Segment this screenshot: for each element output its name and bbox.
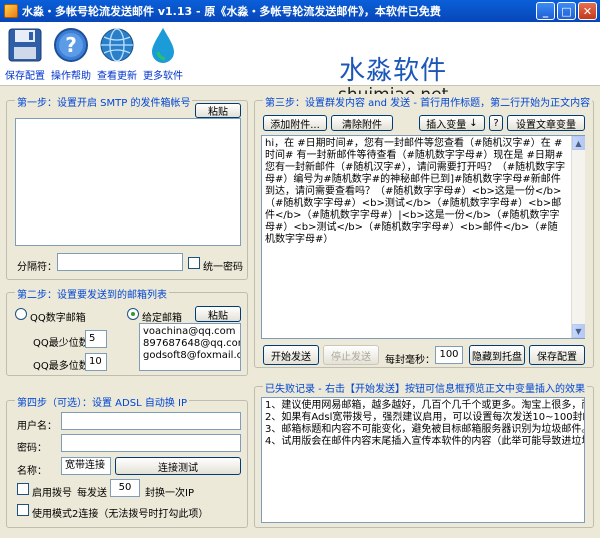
step1-paste-button[interactable]: 粘贴 bbox=[195, 103, 241, 118]
minimize-button[interactable]: _ bbox=[536, 2, 555, 20]
mode2-label: 使用模式2连接（无法拨号时打勾此项） bbox=[32, 509, 209, 520]
mail-content-textarea[interactable]: hi，在 #日期时间#，您有一封邮件等您查看（#随机汉字#）在 #时间# 有一封… bbox=[261, 135, 585, 339]
interval-input[interactable]: 100 bbox=[435, 346, 463, 364]
insert-variable-button[interactable]: 插入变量 ↓ bbox=[419, 115, 485, 131]
insert-variable-label: 插入变量 bbox=[426, 119, 467, 131]
set-article-variable-button[interactable]: 设置文章变量 bbox=[507, 115, 585, 131]
content-scrollbar[interactable]: ▲ ▼ bbox=[571, 136, 585, 338]
step2-title: 第二步：设置要发送到的邮箱列表 bbox=[15, 286, 169, 301]
app-icon bbox=[4, 4, 18, 18]
separator-label: 分隔符： bbox=[17, 262, 57, 273]
enable-dial-label: 启用拨号 bbox=[32, 488, 72, 499]
floppy-disk-icon bbox=[7, 26, 43, 64]
add-attachment-button[interactable]: 添加附件... bbox=[263, 115, 327, 131]
check-update-tool[interactable]: 查看更新 bbox=[92, 26, 142, 82]
brand-name-cn: 水淼软件 bbox=[339, 56, 448, 86]
target-emails-textarea[interactable]: voachina@qq.com 897687648@qq.com godsoft… bbox=[139, 323, 241, 371]
step1-title: 第一步：设置开启 SMTP 的发件箱帐号 bbox=[15, 94, 193, 109]
step4-group: 第四步（可选）：设置 ADSL 自动换 IP 用户名： 密码： 名称： 宽带连接… bbox=[6, 394, 248, 528]
failure-log-title: 已失败记录 - 右击【开始发送】按钮可信息框预览正文中变量插入的效果 bbox=[263, 380, 587, 395]
qq-min-input[interactable]: 5 bbox=[85, 330, 107, 348]
step3-group: 第三步：设置群发内容 and 发送 - 首行用作标题，第二行开始为正文内容 添加… bbox=[254, 94, 594, 368]
save-config-label: 保存配置 bbox=[5, 71, 45, 82]
more-software-label: 更多软件 bbox=[143, 71, 183, 82]
adsl-name-label: 名称： bbox=[17, 466, 47, 477]
hide-to-tray-button[interactable]: 隐藏到托盘 bbox=[469, 345, 525, 365]
qq-number-radio[interactable] bbox=[15, 308, 27, 320]
stop-send-button[interactable]: 停止发送 bbox=[323, 345, 379, 365]
start-send-button[interactable]: 开始发送 bbox=[263, 345, 319, 365]
scroll-down-icon[interactable]: ▼ bbox=[572, 324, 585, 338]
failure-log-group: 已失败记录 - 右击【开始发送】按钮可信息框预览正文中变量插入的效果 1、建议使… bbox=[254, 380, 594, 528]
qq-number-label: QQ数字邮箱 bbox=[30, 313, 86, 324]
window-title: 水淼・多帐号轮流发送邮件 v1.13 - 原《水淼・多帐号轮流发送邮件》，本软件… bbox=[22, 5, 441, 18]
save-config-tool[interactable]: 保存配置 bbox=[0, 26, 50, 82]
given-emails-label: 给定邮箱 bbox=[142, 313, 182, 324]
clear-attachment-button[interactable]: 清除附件 bbox=[331, 115, 393, 131]
failure-log-textarea[interactable]: 1、建议使用网易邮箱，越多越好，几百个几千个或更多。淘宝上很多，而且很便宜 2、… bbox=[261, 397, 585, 523]
separator-input[interactable] bbox=[57, 253, 183, 271]
title-bar: 水淼・多帐号轮流发送邮件 v1.13 - 原《水淼・多帐号轮流发送邮件》，本软件… bbox=[0, 0, 600, 22]
test-connection-button[interactable]: 连接测试 bbox=[115, 457, 241, 475]
unified-password-checkbox[interactable] bbox=[188, 257, 200, 269]
help-label: 操作帮助 bbox=[51, 71, 91, 82]
step1-group: 第一步：设置开启 SMTP 的发件箱帐号 粘贴 分隔符： 统一密码 bbox=[6, 94, 248, 280]
adsl-password-label: 密码： bbox=[17, 443, 47, 454]
maximize-button[interactable]: □ bbox=[557, 2, 576, 20]
given-emails-radio[interactable] bbox=[127, 308, 139, 320]
more-software-tool[interactable]: 更多软件 bbox=[138, 26, 188, 82]
adsl-password-input[interactable] bbox=[61, 434, 241, 452]
step2-paste-button[interactable]: 粘贴 bbox=[195, 306, 241, 322]
step3-title: 第三步：设置群发内容 and 发送 - 首行用作标题，第二行开始为正文内容 bbox=[263, 94, 593, 109]
close-button[interactable]: ✕ bbox=[578, 2, 597, 20]
svg-text:?: ? bbox=[65, 33, 77, 57]
adsl-username-input[interactable] bbox=[61, 412, 241, 430]
step3-save-config-button[interactable]: 保存配置 bbox=[529, 345, 585, 365]
scroll-up-icon[interactable]: ▲ bbox=[572, 136, 585, 150]
mode2-checkbox[interactable] bbox=[17, 504, 29, 516]
qq-max-input[interactable]: 10 bbox=[85, 353, 107, 371]
step2-group: 第二步：设置要发送到的邮箱列表 QQ数字邮箱 给定邮箱 粘贴 QQ最少位数： 5… bbox=[6, 286, 248, 376]
variable-help-button[interactable]: ? bbox=[489, 115, 503, 131]
enable-dial-checkbox[interactable] bbox=[17, 483, 29, 495]
smtp-accounts-textarea[interactable] bbox=[15, 118, 241, 246]
help-tool[interactable]: ? 操作帮助 bbox=[46, 26, 96, 82]
switch-ip-label: 封换一次IP bbox=[145, 488, 194, 499]
arrow-down-icon: ↓ bbox=[469, 117, 478, 129]
interval-label: 每封毫秒： bbox=[385, 355, 435, 366]
adsl-username-label: 用户名： bbox=[17, 421, 57, 432]
water-drop-icon bbox=[145, 26, 181, 64]
check-update-label: 查看更新 bbox=[97, 71, 137, 82]
globe-update-icon bbox=[99, 26, 135, 64]
step4-title: 第四步（可选）：设置 ADSL 自动换 IP bbox=[15, 394, 189, 409]
dial-every-count-input[interactable]: 50 bbox=[110, 479, 140, 497]
unified-password-label: 统一密码 bbox=[203, 262, 243, 273]
every-send-label: 每发送 bbox=[77, 488, 107, 499]
toolbar: 保存配置 ? 操作帮助 查看更新 更多软件 水淼软件 bbox=[0, 22, 600, 105]
adsl-name-input[interactable]: 宽带连接 bbox=[61, 457, 111, 475]
help-question-icon: ? bbox=[53, 26, 89, 64]
